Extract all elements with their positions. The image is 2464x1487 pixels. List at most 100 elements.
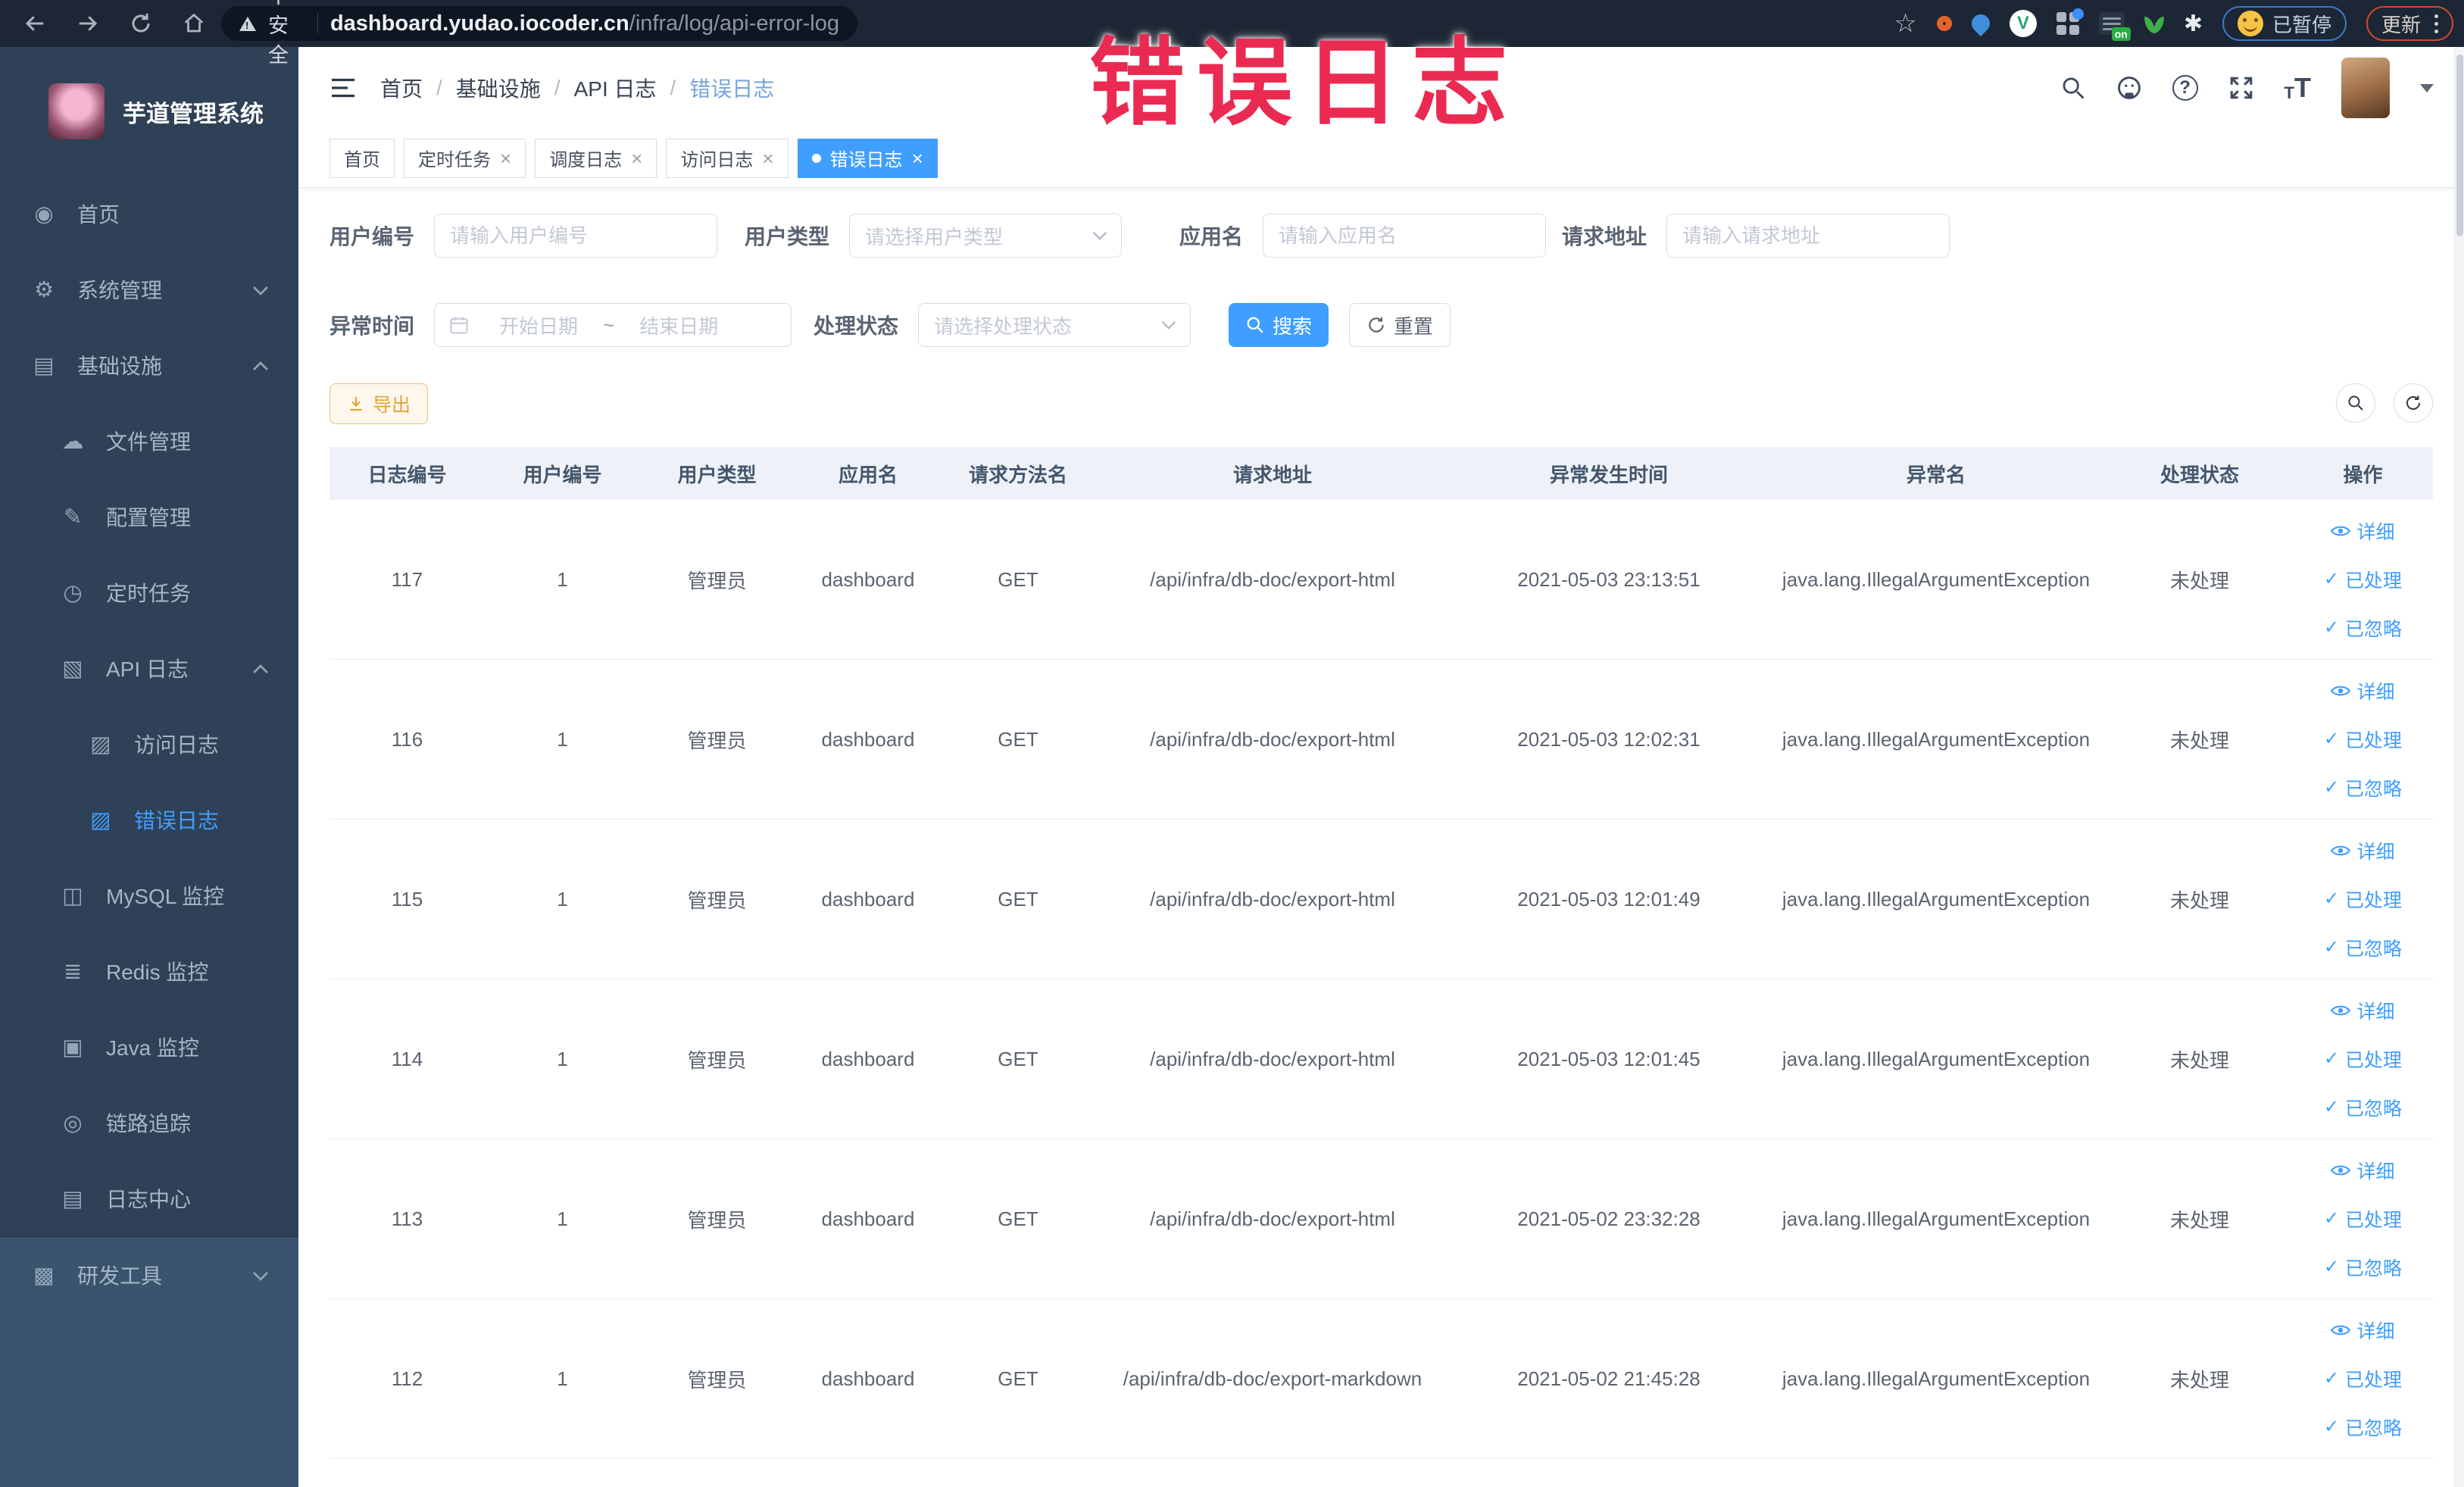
cell-app-name: dashboard [821, 567, 915, 591]
detail-link[interactable]: 详细 [2331, 1317, 2395, 1344]
sidebar-item-dev-tools[interactable]: ▩ 研发工具 [0, 1237, 298, 1313]
hamburger-icon[interactable] [329, 77, 358, 99]
close-icon[interactable]: × [631, 148, 642, 168]
sidebar-item[interactable]: ◎ 链路追踪 [0, 1085, 298, 1161]
app-name-input[interactable] [1263, 214, 1547, 258]
breadcrumb-item[interactable]: API 日志 / [574, 73, 676, 103]
user-avatar[interactable] [2341, 58, 2390, 118]
sidebar-item[interactable]: ▤ 日志中心 [0, 1161, 298, 1236]
cell-exception-name: java.lang.IllegalArgumentException [1782, 727, 2091, 751]
download-icon [350, 397, 362, 411]
toggle-search-icon[interactable] [2336, 383, 2375, 423]
github-icon[interactable] [2116, 75, 2142, 101]
sidebar-item[interactable]: ▨ 访问日志 [0, 706, 298, 782]
cell-user-id: 1 [557, 1367, 568, 1390]
user-id-input[interactable] [434, 214, 718, 258]
forward-icon[interactable] [73, 8, 103, 39]
mark-processed-link[interactable]: ✓ 已处理 [2324, 726, 2402, 753]
view-tab[interactable]: 调度日志 × [535, 138, 657, 178]
sidebar-item[interactable]: ☁ 文件管理 [0, 403, 298, 479]
view-tab[interactable]: 错误日志 × [797, 138, 938, 178]
proxy-drop-icon[interactable] [1967, 11, 1994, 36]
breadcrumb-label[interactable]: 首页 [380, 73, 423, 103]
sidebar-item[interactable]: ▤ 基础设施 [0, 327, 298, 403]
sprout-icon[interactable] [2144, 14, 2164, 33]
user-type-select[interactable]: 请选择用户类型 [849, 214, 1123, 258]
switch-on-icon[interactable]: on [2098, 12, 2131, 41]
vue-devtools-icon[interactable]: V [2009, 10, 2037, 37]
breadcrumb-item[interactable]: 错误日志 / [689, 73, 774, 103]
font-size-icon[interactable]: TT [2284, 74, 2311, 102]
home-menu-icon: ◉ [34, 201, 54, 226]
sidebar-item[interactable]: ◷ 定时任务 [0, 555, 298, 630]
close-icon[interactable]: × [500, 148, 511, 168]
home-icon[interactable] [179, 8, 209, 39]
address-bar[interactable]: ! 不安全 dashboard.yudao.iocoder.cn/infra/l… [221, 0, 857, 67]
sidebar-item[interactable]: ◫ MySQL 监控 [0, 858, 298, 933]
reset-button-label: 重置 [1394, 314, 1434, 338]
adblocker-icon[interactable] [1936, 16, 1952, 31]
bookmark-star-icon[interactable]: ☆ [1894, 8, 1916, 39]
view-tab[interactable]: 定时任务 × [404, 138, 526, 178]
browser-update-button[interactable]: 更新 [2366, 6, 2453, 41]
sidebar-logo-row: 芋道管理系统 [0, 47, 298, 176]
breadcrumb-item[interactable]: 首页 / [380, 73, 442, 103]
date-range-picker[interactable]: 开始日期 ~ 结束日期 [434, 303, 792, 347]
mark-processed-link[interactable]: ✓ 已处理 [2324, 1365, 2402, 1392]
breadcrumb-label[interactable]: 错误日志 [689, 73, 774, 103]
search-icon[interactable] [2060, 75, 2086, 101]
status-select[interactable]: 请选择处理状态 [918, 303, 1191, 347]
request-url-input[interactable] [1666, 214, 1950, 258]
extensions-grid-icon[interactable] [2056, 8, 2084, 35]
infrastructure-icon: ▤ [33, 353, 55, 378]
mark-ignored-link[interactable]: ✓ 已忽略 [2324, 1094, 2402, 1121]
mark-processed-link[interactable]: ✓ 已处理 [2324, 886, 2402, 913]
cell-exception-name: java.lang.IllegalArgumentException [1782, 887, 2091, 911]
mark-ignored-link[interactable]: ✓ 已忽略 [2324, 614, 2402, 642]
sidebar-item[interactable]: ≣ Redis 监控 [0, 933, 298, 1009]
mark-ignored-link[interactable]: ✓ 已忽略 [2324, 1414, 2402, 1441]
eye-icon [2331, 1325, 2351, 1335]
mark-ignored-link[interactable]: ✓ 已忽略 [2324, 774, 2402, 801]
mark-processed-link[interactable]: ✓ 已处理 [2324, 1205, 2402, 1232]
detail-link[interactable]: 详细 [2331, 997, 2395, 1024]
date-start-placeholder[interactable]: 开始日期 [482, 311, 595, 339]
close-icon[interactable]: × [762, 148, 773, 168]
breadcrumb-item[interactable]: 基础设施 / [456, 73, 561, 103]
mark-ignored-link[interactable]: ✓ 已忽略 [2324, 934, 2402, 961]
detail-link[interactable]: 详细 [2331, 1157, 2395, 1184]
mark-ignored-link[interactable]: ✓ 已忽略 [2324, 1254, 2402, 1281]
paused-extension-pill[interactable]: 已暂停 [2222, 6, 2347, 41]
back-icon[interactable] [20, 8, 50, 39]
page-url[interactable]: dashboard.yudao.iocoder.cn/infra/log/api… [330, 11, 839, 36]
search-button[interactable]: 搜索 [1229, 303, 1329, 347]
sidebar-item[interactable]: ◉ 首页 [0, 176, 298, 251]
avatar-caret-icon[interactable] [2420, 83, 2434, 92]
cell-exception-name: java.lang.IllegalArgumentException [1782, 567, 2091, 591]
fullscreen-icon[interactable] [2228, 75, 2254, 101]
detail-link[interactable]: 详细 [2331, 677, 2395, 704]
detail-link[interactable]: 详细 [2331, 517, 2395, 545]
view-tab[interactable]: 访问日志 × [666, 138, 789, 178]
browser-menu-icon[interactable] [2434, 14, 2438, 33]
scrollbar-thumb[interactable] [2456, 55, 2463, 236]
sidebar-item[interactable]: ▨ 错误日志 [0, 782, 298, 858]
export-button[interactable]: 导出 [329, 383, 429, 424]
breadcrumb-label[interactable]: API 日志 [574, 73, 657, 103]
close-icon[interactable]: × [912, 148, 923, 168]
mark-processed-link[interactable]: ✓ 已处理 [2324, 1045, 2402, 1073]
date-end-placeholder[interactable]: 结束日期 [622, 311, 735, 339]
breadcrumb-label[interactable]: 基础设施 [456, 73, 541, 103]
mark-processed-link[interactable]: ✓ 已处理 [2324, 566, 2402, 593]
sidebar-item[interactable]: ▣ Java 监控 [0, 1009, 298, 1085]
sidebar-item[interactable]: ✎ 配置管理 [0, 479, 298, 555]
help-icon[interactable]: ? [2172, 75, 2198, 101]
detail-link[interactable]: 详细 [2331, 837, 2395, 864]
refresh-table-icon[interactable] [2394, 383, 2433, 423]
sidebar-item[interactable]: ▧ API 日志 [0, 630, 298, 706]
puzzle-icon[interactable]: ✱ [2184, 11, 2203, 37]
reset-button[interactable]: 重置 [1349, 303, 1451, 347]
view-tab[interactable]: 首页 × [329, 138, 395, 178]
sidebar-item[interactable]: ⚙ 系统管理 [0, 251, 298, 327]
reload-icon[interactable] [126, 8, 156, 39]
